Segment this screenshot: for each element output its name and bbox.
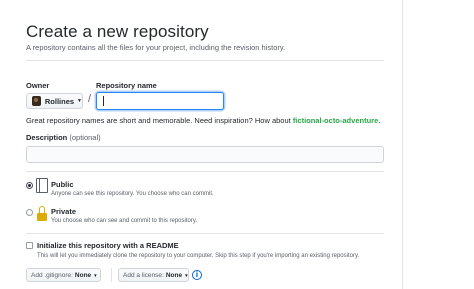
gitignore-prefix: Add .gitignore: <box>31 271 73 279</box>
license-prefix: Add a license: <box>123 271 164 279</box>
private-radio[interactable] <box>26 209 33 216</box>
owner-select-button[interactable]: Rollines ▼ <box>26 93 83 109</box>
initialize-readme-desc: This will let you immediately clone the … <box>37 253 360 259</box>
lock-icon <box>37 206 47 221</box>
private-option-desc: You choose who can see and commit to thi… <box>51 218 198 224</box>
add-license-button[interactable]: Add a license: None ▼ <box>118 268 189 282</box>
description-label-text: Description <box>26 133 68 142</box>
vertical-divider <box>111 268 112 282</box>
chevron-down-icon: ▼ <box>184 272 189 278</box>
text-cursor <box>103 96 104 106</box>
repository-name-label: Repository name <box>96 81 157 90</box>
license-value: None <box>165 271 183 279</box>
repo-book-icon <box>36 178 48 193</box>
divider <box>26 233 384 234</box>
public-radio[interactable] <box>26 182 33 189</box>
owner-repo-separator: / <box>88 93 92 105</box>
name-hint-end: . <box>378 116 381 125</box>
private-option-title: Private <box>51 207 77 216</box>
divider <box>26 171 384 172</box>
optional-tag: (optional) <box>69 133 101 142</box>
suggested-name-link[interactable]: fictional-octo-adventure <box>293 116 378 125</box>
initialize-readme-label: Initialize this repository with a README <box>37 241 179 250</box>
add-gitignore-button[interactable]: Add .gitignore: None ▼ <box>26 268 101 282</box>
public-option-desc: Anyone can see this repository. You choo… <box>51 191 214 197</box>
owner-label: Owner <box>26 81 50 90</box>
panel-border <box>402 0 403 289</box>
description-input[interactable] <box>26 146 384 163</box>
info-icon[interactable]: i <box>192 270 202 280</box>
name-hint-text: Great repository names are short and mem… <box>26 116 293 125</box>
page-subtitle: A repository contains all the files for … <box>26 43 286 52</box>
page-title: Create a new repository <box>26 22 209 41</box>
chevron-down-icon: ▼ <box>77 98 82 104</box>
repository-name-input[interactable] <box>96 92 224 110</box>
public-option-title: Public <box>51 180 74 189</box>
description-label: Description (optional) <box>26 133 101 142</box>
avatar <box>32 96 41 106</box>
owner-name: Rollines <box>44 96 75 106</box>
gitignore-value: None <box>74 271 92 279</box>
divider <box>26 60 384 61</box>
chevron-down-icon: ▼ <box>93 272 98 278</box>
initialize-readme-checkbox[interactable] <box>26 242 33 249</box>
name-hint: Great repository names are short and mem… <box>26 116 380 125</box>
